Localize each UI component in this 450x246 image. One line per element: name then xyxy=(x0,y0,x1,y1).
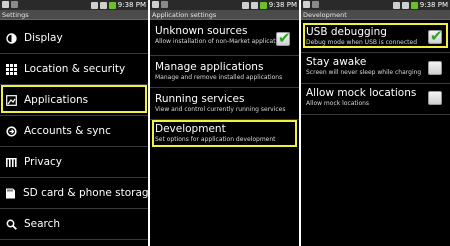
notification-icon xyxy=(161,1,168,8)
usb-icon xyxy=(303,1,310,8)
checkmark-icon: ✔ xyxy=(278,29,291,47)
signal-icon xyxy=(401,1,409,9)
battery-icon xyxy=(259,1,267,9)
menu-item-display[interactable]: Display xyxy=(0,23,148,53)
status-time: 9:38 PM xyxy=(419,1,448,9)
divider xyxy=(301,52,450,53)
development-screen: 9:38 PM Development USB debugging Debug … xyxy=(301,0,450,246)
screen-title: Development xyxy=(301,10,450,20)
status-time: 9:38 PM xyxy=(117,1,146,9)
menu-item-location-security[interactable]: Location & security xyxy=(0,54,148,84)
status-bar: 9:38 PM xyxy=(301,0,450,10)
signal-icon xyxy=(99,1,107,9)
usb-icon xyxy=(152,1,159,8)
menu-item-search[interactable]: Search xyxy=(0,209,148,239)
highlight-box-development xyxy=(152,120,297,147)
pref-running-services[interactable]: Running services View and control curren… xyxy=(155,93,295,114)
status-time: 9:38 PM xyxy=(268,1,297,9)
pref-stay-awake[interactable]: Stay awake Screen will never sleep while… xyxy=(306,56,446,77)
menu-item-label: Privacy xyxy=(24,156,63,168)
application-settings-screen: 9:38 PM Application settings Unknown sou… xyxy=(150,0,299,246)
stay-awake-checkbox[interactable] xyxy=(428,61,442,75)
battery-icon xyxy=(410,1,418,9)
divider xyxy=(150,55,299,56)
pref-unknown-sources[interactable]: Unknown sources Allow installation of no… xyxy=(155,25,295,46)
pref-summary: Allow installation of non-Market applica… xyxy=(155,38,288,45)
notification-icon xyxy=(11,1,18,8)
battery-icon xyxy=(108,1,116,9)
pref-title: Stay awake xyxy=(306,56,367,68)
menu-item-accounts-sync[interactable]: Accounts & sync xyxy=(0,116,148,146)
network-icon xyxy=(90,1,98,9)
menu-item-label: Accounts & sync xyxy=(24,125,111,137)
menu-item-label: Display xyxy=(24,32,63,44)
menu-item-label: Search xyxy=(24,218,61,230)
pref-title: Allow mock locations xyxy=(306,87,417,99)
pref-title: Manage applications xyxy=(155,61,264,73)
divider xyxy=(150,87,299,88)
unknown-sources-checkbox[interactable]: ✔ xyxy=(276,29,291,47)
network-icon xyxy=(392,1,400,9)
privacy-icon xyxy=(5,156,17,168)
location-grid-icon xyxy=(5,63,17,75)
pref-title: Unknown sources xyxy=(155,25,248,37)
menu-item-label: Location & security xyxy=(24,63,126,75)
pref-summary: View and control currently running servi… xyxy=(155,106,286,113)
highlight-box-applications xyxy=(1,85,147,113)
screen-title: Application settings xyxy=(150,10,299,20)
display-icon xyxy=(5,32,17,44)
search-icon xyxy=(5,218,17,230)
sd-card-icon xyxy=(5,187,16,199)
menu-item-sd-card-storage[interactable]: SD card & phone storage xyxy=(0,178,148,208)
pref-summary: Manage and remove installed applications xyxy=(155,74,283,81)
allow-mock-locations-checkbox[interactable] xyxy=(428,91,442,105)
usb-icon xyxy=(2,1,9,8)
network-icon xyxy=(241,1,249,9)
screen-title: Settings xyxy=(0,10,148,20)
menu-item-label: SD card & phone storage xyxy=(23,187,148,199)
pref-summary: Allow mock locations xyxy=(306,100,370,107)
highlight-box-usb-debugging xyxy=(303,23,448,48)
divider xyxy=(301,114,450,115)
menu-item-privacy[interactable]: Privacy xyxy=(0,147,148,177)
divider xyxy=(301,83,450,84)
pref-summary: Screen will never sleep while charging xyxy=(306,69,422,76)
status-bar: 9:38 PM xyxy=(150,0,299,10)
status-bar: 9:38 PM xyxy=(0,0,148,10)
sync-icon xyxy=(5,125,17,137)
notification-icon xyxy=(312,1,319,8)
pref-allow-mock-locations[interactable]: Allow mock locations Allow mock location… xyxy=(306,87,446,108)
signal-icon xyxy=(250,1,258,9)
settings-screen: 9:38 PM Settings Display Location & secu… xyxy=(0,0,148,246)
pref-manage-applications[interactable]: Manage applications Manage and remove in… xyxy=(155,61,295,82)
divider xyxy=(0,239,148,240)
pref-title: Running services xyxy=(155,93,245,105)
